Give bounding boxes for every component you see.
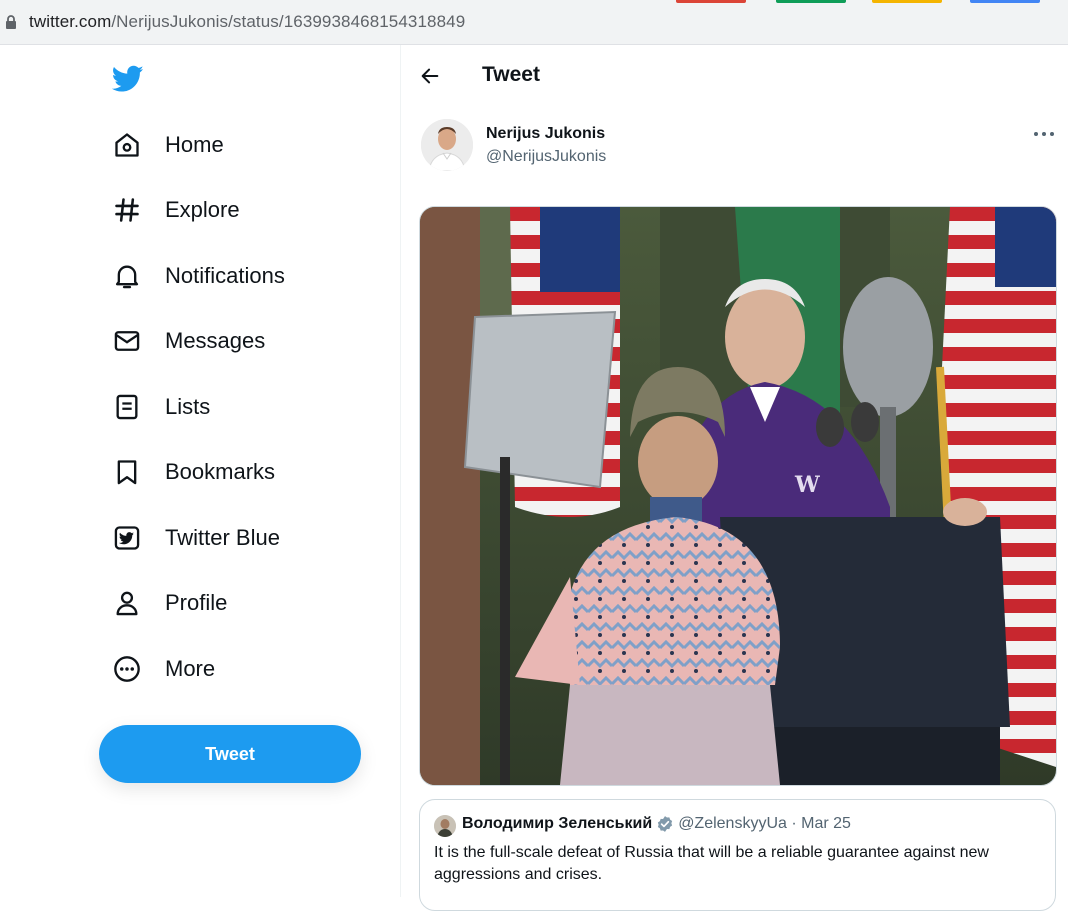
envelope-icon: [112, 326, 142, 356]
sidebar-item-label: Messages: [165, 328, 266, 353]
separator-dot: ·: [791, 815, 797, 832]
person-icon: [112, 588, 142, 618]
url-path: /NerijusJukonis/status/16399384681543188…: [111, 12, 466, 31]
twitter-logo-icon[interactable]: [112, 65, 144, 93]
quoted-author-handle[interactable]: @ZelenskyyUa: [678, 815, 787, 833]
avatar[interactable]: [434, 815, 456, 837]
home-icon: [112, 130, 142, 160]
tweet-image[interactable]: W: [419, 206, 1057, 786]
browser-address-bar[interactable]: twitter.com/NerijusJukonis/status/163993…: [0, 0, 1068, 45]
bell-icon: [112, 261, 142, 291]
verified-badge-icon: [658, 816, 673, 832]
tab-indicator: [970, 0, 1040, 3]
sidebar-item-label: Twitter Blue: [165, 525, 280, 550]
author-handle[interactable]: @NerijusJukonis: [486, 148, 606, 166]
left-sidebar: Home Explore Notifications Messages List…: [0, 45, 401, 897]
sidebar-item-label: Home: [165, 132, 224, 157]
tweet-detail-column: Tweet Nerijus Jukonis @NerijusJukonis W …: [401, 45, 1068, 911]
sidebar-item-notifications[interactable]: Notifications: [100, 250, 285, 302]
quoted-author-name[interactable]: Володимир Зеленський: [462, 815, 652, 833]
quoted-tweet[interactable]: Володимир Зеленський @ZelenskyyUa · Mar …: [419, 799, 1056, 911]
sidebar-item-label: Profile: [165, 590, 228, 615]
sidebar-item-label: Notifications: [165, 263, 285, 288]
tab-strip: [640, 0, 1068, 3]
url-host: twitter.com: [29, 12, 112, 31]
sidebar-item-messages[interactable]: Messages: [100, 315, 265, 367]
url-text[interactable]: twitter.com/NerijusJukonis/status/163993…: [29, 12, 465, 32]
avatar[interactable]: [421, 119, 473, 171]
sidebar-item-home[interactable]: Home: [100, 119, 224, 171]
author-name[interactable]: Nerijus Jukonis: [486, 125, 605, 143]
tab-indicator: [872, 0, 942, 3]
twitter-blue-icon: [112, 523, 142, 553]
tab-indicator: [676, 0, 746, 3]
lock-icon[interactable]: [4, 14, 18, 30]
quoted-tweet-date[interactable]: Mar 25: [801, 815, 851, 833]
sidebar-item-label: More: [165, 656, 216, 681]
quoted-tweet-text: It is the full-scale defeat of Russia th…: [434, 844, 989, 883]
sidebar-item-label: Lists: [165, 394, 211, 419]
compose-tweet-button[interactable]: Tweet: [99, 725, 361, 783]
sidebar-item-lists[interactable]: Lists: [100, 381, 210, 433]
sidebar-item-twitter-blue[interactable]: Twitter Blue: [100, 512, 280, 564]
more-options-icon[interactable]: [1033, 131, 1055, 137]
quoted-tweet-header: Володимир Зеленський @ZelenskyyUa · Mar …: [462, 815, 851, 833]
list-icon: [112, 392, 142, 422]
sidebar-item-more[interactable]: More: [100, 643, 215, 695]
sidebar-item-label: Bookmarks: [165, 459, 276, 484]
sidebar-item-bookmarks[interactable]: Bookmarks: [100, 446, 275, 498]
svg-text:W: W: [794, 472, 820, 498]
more-circle-icon: [112, 654, 142, 684]
sidebar-item-label: Explore: [165, 197, 240, 222]
sidebar-item-profile[interactable]: Profile: [100, 577, 227, 629]
sidebar-item-explore[interactable]: Explore: [100, 184, 240, 236]
bookmark-icon: [112, 457, 142, 487]
tab-indicator: [776, 0, 846, 3]
hashtag-icon: [112, 195, 142, 225]
back-arrow-icon[interactable]: [419, 65, 441, 87]
page-title: Tweet: [482, 63, 540, 86]
